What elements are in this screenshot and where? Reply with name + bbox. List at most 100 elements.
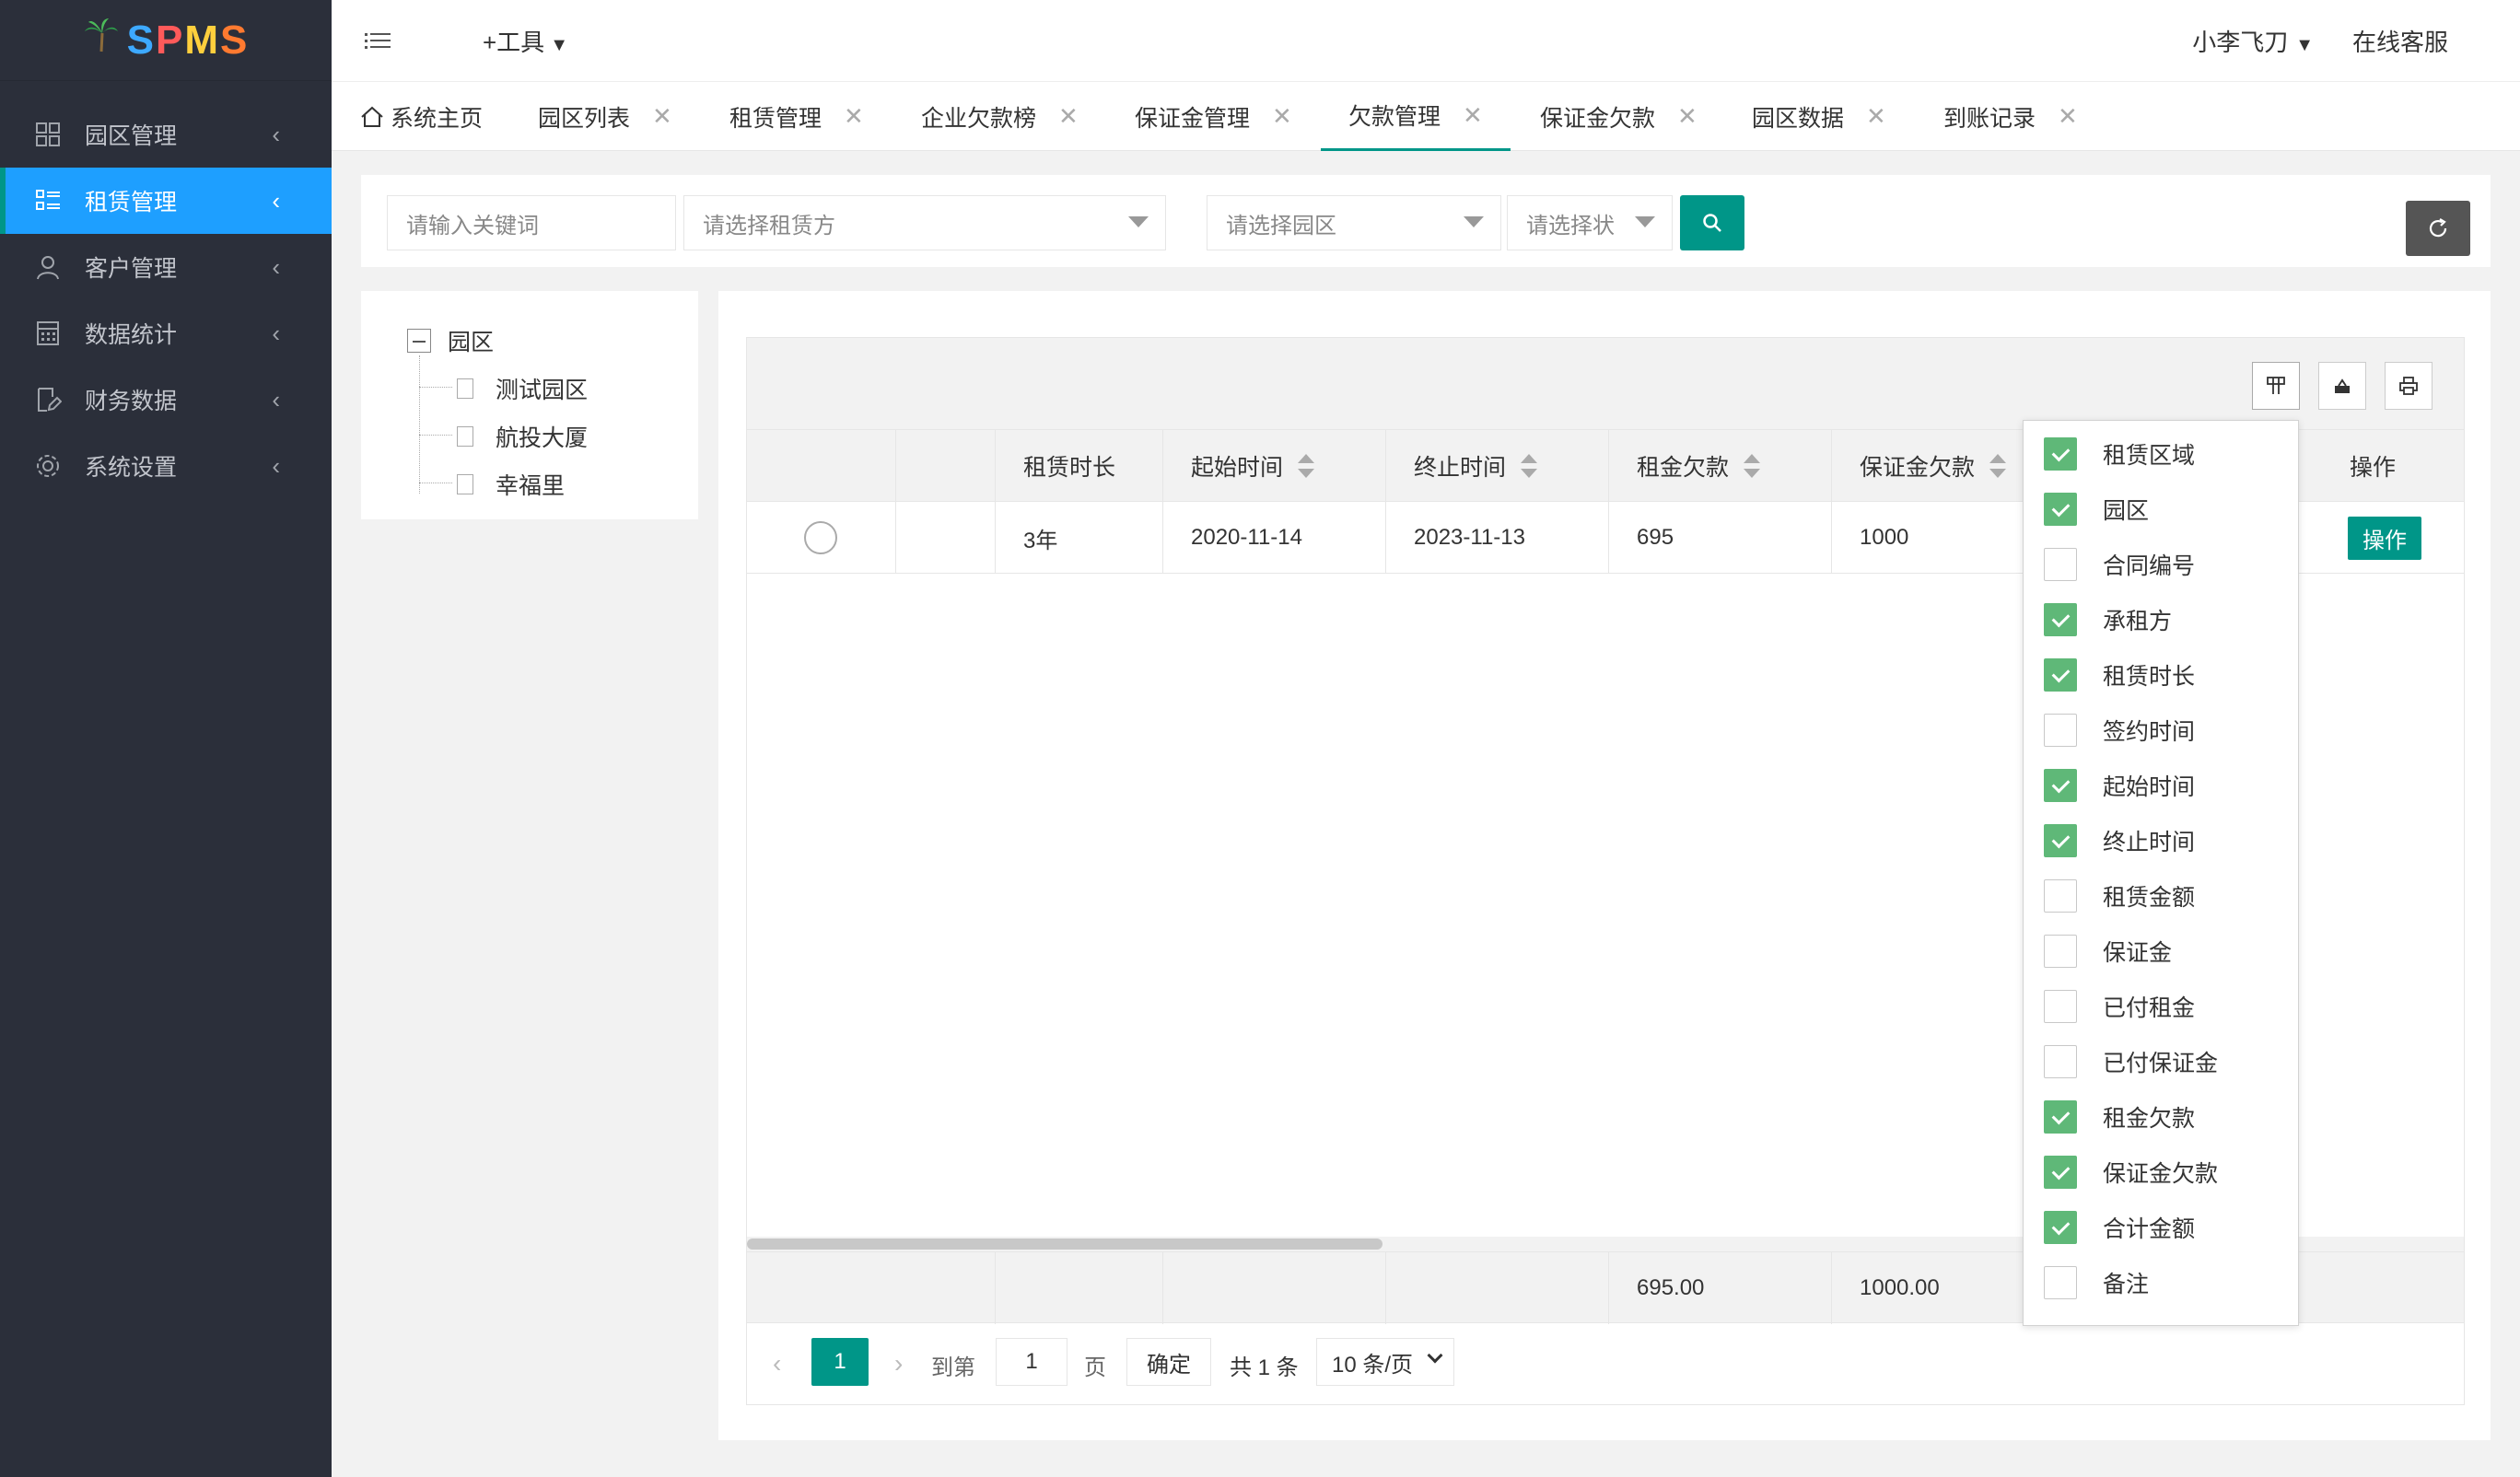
sidebar-item-lease[interactable]: 租赁管理 ‹ (0, 168, 332, 234)
columns-filter-button[interactable] (2252, 362, 2300, 410)
tab-park-list[interactable]: 园区列表 ✕ (538, 82, 672, 151)
column-option[interactable]: 终止时间 (2044, 822, 2195, 859)
checkbox-checked[interactable] (2044, 824, 2077, 857)
close-icon[interactable]: ✕ (1677, 102, 1698, 131)
menu-toggle-icon[interactable] (363, 26, 392, 55)
list-icon (33, 186, 63, 215)
checkbox-checked[interactable] (2044, 493, 2077, 526)
sort-icon[interactable] (1744, 454, 1761, 478)
header-start-time[interactable]: 起始时间 (1163, 430, 1386, 502)
user-menu[interactable]: 小李飞刀 ▼ (2192, 24, 2314, 58)
close-icon[interactable]: ✕ (1272, 102, 1292, 131)
column-option[interactable]: 保证金欠款 (2044, 1154, 2218, 1191)
keyword-input[interactable]: 请输入关键词 (387, 195, 676, 250)
sort-icon[interactable] (1298, 454, 1315, 478)
online-service-link[interactable]: 在线客服 (2352, 24, 2448, 58)
checkbox-unchecked[interactable] (2044, 714, 2077, 747)
tab-label: 保证金管理 (1135, 105, 1251, 132)
column-option[interactable]: 合计金额 (2044, 1209, 2195, 1246)
next-page-icon[interactable]: › (894, 1349, 903, 1378)
collapse-icon[interactable] (407, 329, 431, 353)
checkbox-unchecked[interactable] (2044, 1045, 2077, 1078)
column-option[interactable]: 租金欠款 (2044, 1099, 2195, 1135)
lessee-select[interactable]: 请选择租赁方 (683, 195, 1166, 250)
sort-icon[interactable] (1521, 454, 1538, 478)
page-current[interactable]: 1 (811, 1338, 869, 1386)
header-rent-due[interactable]: 租金欠款 (1609, 430, 1832, 502)
goto-confirm-button[interactable]: 确定 (1126, 1338, 1211, 1386)
prev-page-icon[interactable]: ‹ (773, 1349, 781, 1378)
checkbox-unchecked[interactable] (2044, 990, 2077, 1023)
checkbox-unchecked[interactable] (2044, 1266, 2077, 1299)
close-icon[interactable]: ✕ (1463, 101, 1483, 130)
checkbox-unchecked[interactable] (2044, 935, 2077, 968)
palm-tree-icon (83, 17, 120, 64)
checkbox-checked[interactable] (2044, 658, 2077, 692)
tab-arrears-management[interactable]: 欠款管理 ✕ (1321, 82, 1511, 151)
column-option[interactable]: 租赁时长 (2044, 657, 2195, 693)
tab-park-data[interactable]: 园区数据 ✕ (1752, 82, 1886, 151)
action-button[interactable]: 操作 (2348, 516, 2421, 560)
park-select[interactable]: 请选择园区 (1207, 195, 1501, 250)
close-icon[interactable]: ✕ (1058, 102, 1079, 131)
column-option[interactable]: 保证金 (2044, 933, 2172, 970)
column-option[interactable]: 合同编号 (2044, 546, 2195, 583)
sidebar-item-park[interactable]: 园区管理 ‹ (0, 101, 332, 168)
close-icon[interactable]: ✕ (844, 102, 864, 131)
column-option[interactable]: 租赁区域 (2044, 436, 2195, 472)
refresh-button[interactable] (2406, 201, 2470, 256)
checkbox-unchecked[interactable] (2044, 548, 2077, 581)
sidebar-item-statistics[interactable]: 数据统计 ‹ (0, 300, 332, 366)
tab-deposit-arrears[interactable]: 保证金欠款 ✕ (1540, 82, 1698, 151)
close-icon[interactable]: ✕ (2058, 102, 2078, 131)
sidebar-item-settings[interactable]: 系统设置 ‹ (0, 433, 332, 499)
checkbox-checked[interactable] (2044, 1100, 2077, 1134)
scrollbar-thumb[interactable] (747, 1239, 1382, 1250)
page-size-select[interactable]: 10 条/页 (1316, 1338, 1454, 1386)
search-button[interactable] (1680, 195, 1744, 250)
tab-debt-ranking[interactable]: 企业欠款榜 ✕ (921, 82, 1079, 151)
close-icon[interactable]: ✕ (1866, 102, 1886, 131)
tree-node[interactable]: 航投大厦 (457, 420, 588, 453)
checkbox-checked[interactable] (2044, 437, 2077, 471)
checkbox-checked[interactable] (2044, 603, 2077, 636)
lessee-placeholder: 请选择租赁方 (703, 213, 835, 238)
tab-payment-records[interactable]: 到账记录 ✕ (1943, 82, 2078, 151)
sidebar-item-finance[interactable]: 财务数据 ‹ (0, 366, 332, 433)
column-option[interactable]: 承租方 (2044, 601, 2172, 638)
checkbox-unchecked[interactable] (2044, 879, 2077, 913)
tree-node[interactable]: 幸福里 (457, 468, 565, 501)
tab-home[interactable]: 系统主页 (359, 82, 483, 151)
column-option[interactable]: 园区 (2044, 491, 2149, 528)
search-icon (1703, 214, 1721, 232)
totals-empty (747, 1252, 996, 1324)
column-option[interactable]: 签约时间 (2044, 712, 2195, 749)
tree-root[interactable]: 园区 (407, 324, 494, 357)
checkbox-checked[interactable] (2044, 1211, 2077, 1244)
keyword-placeholder: 请输入关键词 (406, 213, 539, 238)
column-option[interactable]: 起始时间 (2044, 767, 2195, 804)
document-edit-icon (33, 385, 63, 414)
close-icon[interactable]: ✕ (652, 102, 672, 131)
row-radio[interactable] (804, 521, 837, 554)
print-button[interactable] (2385, 362, 2432, 410)
total-count: 共 1 条 (1230, 1355, 1299, 1380)
tools-menu[interactable]: +工具 ▼ (483, 24, 568, 58)
column-option-label: 园区 (2103, 498, 2150, 524)
sort-icon[interactable] (1989, 454, 2007, 478)
tree-node[interactable]: 测试园区 (457, 372, 588, 405)
checkbox-checked[interactable] (2044, 769, 2077, 802)
export-button[interactable] (2318, 362, 2366, 410)
header-deposit-due[interactable]: 保证金欠款 (1832, 430, 2025, 502)
column-option[interactable]: 已付租金 (2044, 988, 2195, 1025)
header-end-time[interactable]: 终止时间 (1386, 430, 1609, 502)
checkbox-checked[interactable] (2044, 1156, 2077, 1189)
tab-deposit-management[interactable]: 保证金管理 ✕ (1135, 82, 1292, 151)
status-select[interactable]: 请选择状 (1507, 195, 1673, 250)
column-option[interactable]: 已付保证金 (2044, 1043, 2218, 1080)
column-option[interactable]: 租赁金额 (2044, 878, 2195, 914)
goto-page-input[interactable] (996, 1338, 1068, 1386)
column-option[interactable]: 备注 (2044, 1264, 2149, 1301)
tab-lease-management[interactable]: 租赁管理 ✕ (729, 82, 864, 151)
sidebar-item-customer[interactable]: 客户管理 ‹ (0, 234, 332, 300)
